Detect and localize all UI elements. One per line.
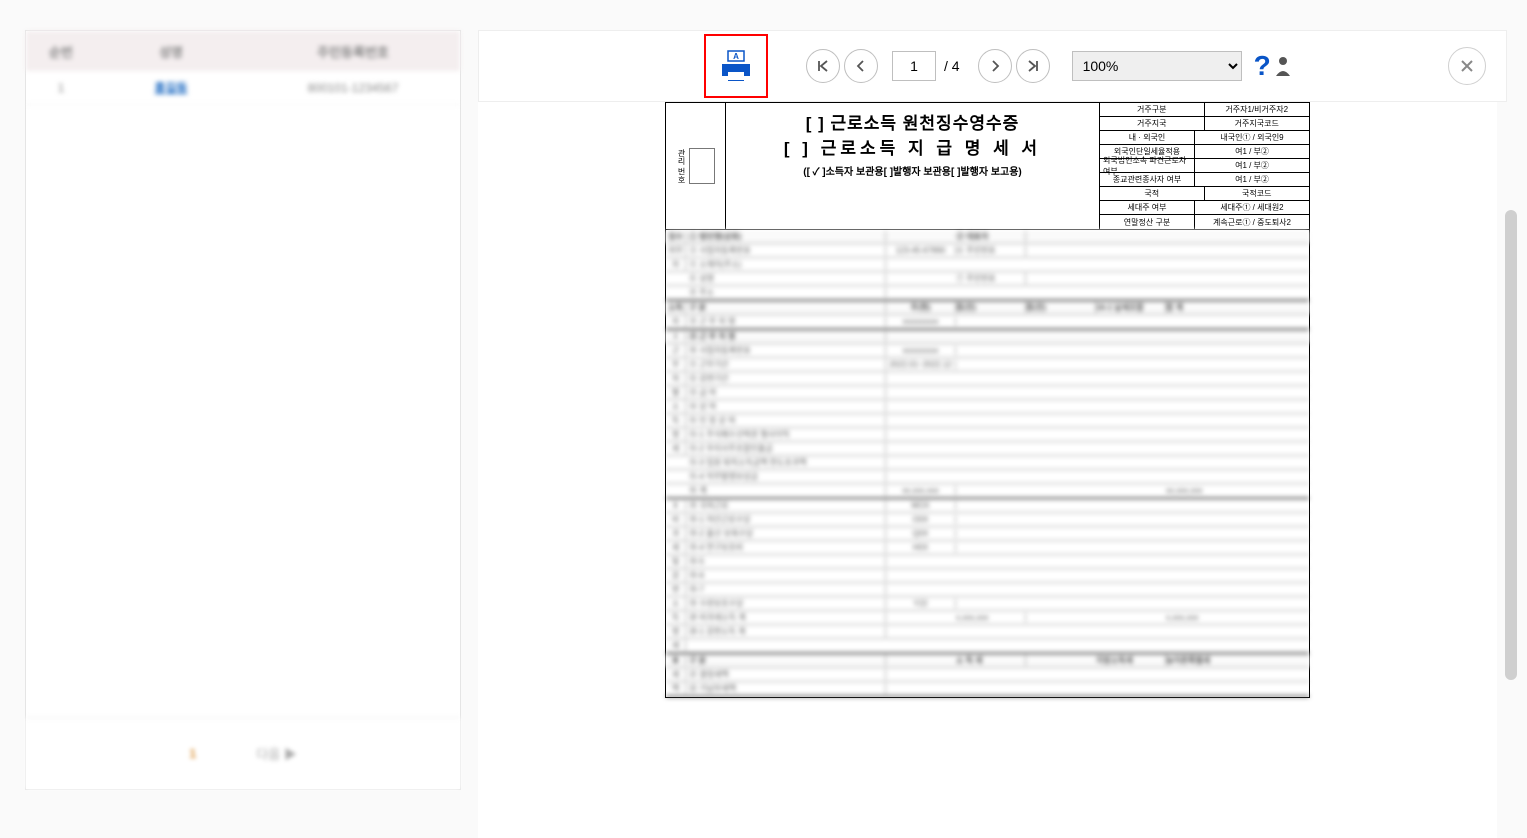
title-line-3: ([ ✓ ]소득자 보관용[ ]발행자 보관용[ ]발행자 보고용) (730, 163, 1095, 178)
vertical-scrollbar[interactable] (1505, 102, 1517, 802)
document-meta-box: 거주구분거주자1/비거주자2 거주지국거주지국코드 내 · 외국인내국인① / … (1099, 103, 1309, 229)
meta-label: 외국법인소속 파견근로자 여부 (1100, 159, 1195, 172)
meta-label: 국적 (1100, 187, 1205, 200)
pager-current[interactable]: 1 (189, 746, 196, 761)
page-nav: / 4 (806, 49, 1050, 83)
close-icon (1460, 59, 1474, 73)
meta-label: 거주구분 (1100, 103, 1205, 116)
title-line-2: [ ] 근로소득 지 급 명 세 서 (730, 134, 1095, 159)
sidebar-list-panel: 순번 성명 주민등록번호 1 홍길동 800101-1234567 1 다음 ▶ (25, 30, 461, 790)
pager-next[interactable]: 다음 ▶ (256, 744, 297, 763)
title-line-1: [ ] 근로소득 원천징수영수증 (730, 109, 1095, 134)
list-item[interactable]: 1 홍길동 800101-1234567 (26, 71, 460, 105)
meta-label: 종교관련종사자 여부 (1100, 173, 1195, 186)
next-page-button[interactable] (978, 49, 1012, 83)
meta-value: 국적코드 (1205, 187, 1310, 200)
first-page-icon (816, 59, 830, 73)
document-viewer: A / 4 100% (478, 30, 1507, 102)
last-page-button[interactable] (1016, 49, 1050, 83)
col-header-id: 주민등록번호 (246, 42, 460, 61)
last-page-icon (1026, 59, 1040, 73)
meta-label: 연말정산 구분 (1100, 215, 1195, 229)
chevron-right-icon (989, 60, 1001, 72)
meta-label: 내 · 외국인 (1100, 131, 1195, 144)
cell-id: 800101-1234567 (246, 81, 460, 95)
chevron-left-icon (855, 60, 867, 72)
meta-value: 계속근로① / 중도퇴사2 (1195, 215, 1309, 229)
cell-seq: 1 (26, 81, 96, 95)
col-header-seq: 순번 (26, 42, 96, 61)
page-number-input[interactable] (892, 51, 936, 81)
document-scroll-area[interactable]: 관리 번호 [ ] 근로소득 원천징수영수증 [ ] 근로소득 지 급 명 세 … (478, 102, 1497, 838)
zoom-select[interactable]: 100% (1072, 51, 1242, 81)
scrollbar-thumb[interactable] (1505, 210, 1517, 680)
cell-name-link[interactable]: 홍길동 (96, 79, 246, 96)
meta-value: 여1 / 부② (1195, 159, 1309, 172)
meta-value: 거주자1/비거주자2 (1205, 103, 1310, 116)
meta-value: 거주지국코드 (1205, 117, 1310, 130)
meta-value: 여1 / 부② (1195, 145, 1309, 158)
document-page: 관리 번호 [ ] 근로소득 원천징수영수증 [ ] 근로소득 지 급 명 세 … (665, 102, 1310, 698)
print-button-highlight: A (704, 34, 768, 98)
sidebar-pager: 1 다음 ▶ (26, 717, 460, 789)
first-page-button[interactable] (806, 49, 840, 83)
sidebar-header: 순번 성명 주민등록번호 (26, 31, 460, 71)
help-icon[interactable]: ? (1254, 50, 1291, 82)
col-header-name: 성명 (96, 42, 246, 61)
meta-label: 거주지국 (1100, 117, 1205, 130)
document-title-row: 관리 번호 [ ] 근로소득 원천징수영수증 [ ] 근로소득 지 급 명 세 … (666, 103, 1309, 230)
viewer-toolbar: A / 4 100% (478, 30, 1507, 102)
issue-number-box: 관리 번호 (666, 103, 726, 229)
issue-number-label: 관리 번호 (676, 149, 687, 183)
meta-value: 세대주① / 세대원2 (1195, 201, 1309, 214)
prev-page-button[interactable] (844, 49, 878, 83)
meta-value: 내국인① / 외국인9 (1195, 131, 1309, 144)
print-icon[interactable]: A (718, 48, 754, 84)
person-icon (1271, 54, 1291, 78)
svg-text:A: A (733, 52, 739, 61)
page-total-label: / 4 (944, 58, 960, 74)
document-title: [ ] 근로소득 원천징수영수증 [ ] 근로소득 지 급 명 세 서 ([ ✓… (726, 103, 1099, 229)
close-button[interactable] (1448, 47, 1486, 85)
issue-number-field (689, 148, 715, 184)
meta-label: 세대주 여부 (1100, 201, 1195, 214)
meta-value: 여1 / 부② (1195, 173, 1309, 186)
document-body-blurred: 징수① 법인명(상호)② 대표자 의무③ 사업자등록번호123-45-67890… (666, 230, 1309, 697)
